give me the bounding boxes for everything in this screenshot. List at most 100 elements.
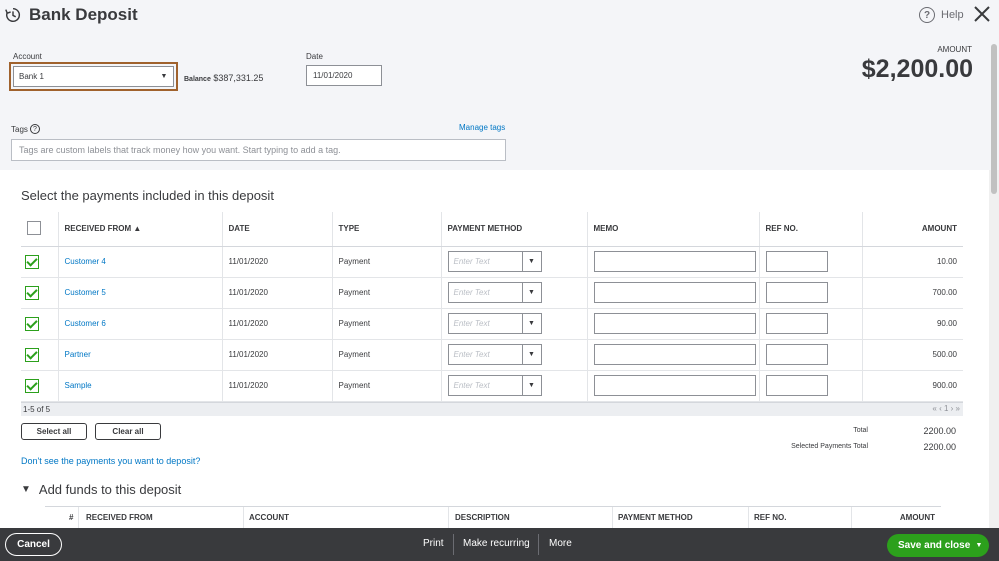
column-amount[interactable]: AMOUNT	[861, 212, 963, 247]
select-all-button[interactable]: Select all	[21, 423, 87, 440]
date-cell: 11/01/2020	[221, 277, 332, 309]
memo-input[interactable]	[593, 282, 756, 303]
column-date[interactable]: DATE	[221, 212, 332, 247]
chevron-down-icon: ▼	[521, 376, 541, 395]
table-header-row: RECEIVED FROM ▲ DATE TYPE PAYMENT METHOD…	[21, 212, 963, 247]
payment-method-select[interactable]: Enter Text ▼	[447, 375, 542, 396]
pagination-bar: 1-5 of 5 « ‹ 1 › »	[21, 402, 963, 416]
header-select-all-cell	[21, 212, 58, 247]
close-icon[interactable]	[973, 5, 991, 23]
date-cell: 11/01/2020	[221, 246, 332, 278]
column-label: RECEIVED FROM	[64, 224, 132, 234]
manage-tags-link[interactable]: Manage tags	[459, 123, 505, 132]
type-cell: Payment	[331, 308, 441, 340]
memo-input[interactable]	[593, 313, 756, 334]
payment-method-cell: Enter Text ▼	[440, 339, 587, 371]
ref-no-cell	[758, 339, 862, 371]
date-cell: 11/01/2020	[221, 339, 332, 371]
memo-input[interactable]	[593, 375, 756, 396]
ref-no-input[interactable]	[765, 313, 828, 334]
customer-link[interactable]: Customer 5	[65, 288, 106, 297]
ref-no-cell	[758, 370, 862, 402]
payment-method-select[interactable]: Enter Text ▼	[447, 251, 542, 272]
memo-cell	[586, 339, 759, 371]
row-checkbox[interactable]	[25, 316, 39, 331]
column-received-from[interactable]: RECEIVED FROM ▲	[57, 212, 222, 247]
row-select-cell	[21, 339, 58, 371]
column-payment-method[interactable]: PAYMENT METHOD	[440, 212, 587, 247]
tags-input[interactable]: Tags are custom labels that track money …	[11, 139, 506, 161]
received-from-cell: Partner	[57, 339, 222, 371]
balance-label: Balance	[184, 76, 211, 83]
ref-no-input[interactable]	[765, 375, 828, 396]
column-divider	[78, 507, 79, 529]
footer-divider	[538, 534, 539, 555]
total-value: 2200.00	[923, 426, 956, 436]
column-ref-no[interactable]: REF NO.	[758, 212, 862, 247]
memo-input[interactable]	[593, 251, 756, 272]
amount-total: $2,200.00	[861, 55, 973, 83]
print-button[interactable]: Print	[423, 538, 444, 549]
account-select[interactable]: Bank 1 ▼	[13, 66, 174, 87]
received-from-cell: Sample	[57, 370, 222, 402]
customer-link[interactable]: Customer 6	[65, 319, 106, 328]
ref-no-input[interactable]	[765, 251, 828, 272]
date-cell: 11/01/2020	[221, 370, 332, 402]
type-cell: Payment	[331, 339, 441, 371]
payment-method-select[interactable]: Enter Text ▼	[447, 344, 542, 365]
amount-cell: 500.00	[861, 339, 963, 371]
funds-col-amount: AMOUNT	[899, 513, 935, 522]
question-icon[interactable]: ?	[29, 124, 40, 134]
column-memo[interactable]: MEMO	[586, 212, 759, 247]
customer-link[interactable]: Partner	[65, 350, 91, 359]
column-divider	[448, 507, 449, 529]
help-label: Help	[941, 9, 964, 21]
help-button[interactable]: ? Help	[919, 7, 964, 23]
payment-method-cell: Enter Text ▼	[440, 370, 587, 402]
row-checkbox[interactable]	[25, 347, 39, 362]
payment-method-placeholder: Enter Text	[453, 319, 490, 328]
received-from-cell: Customer 5	[57, 277, 222, 309]
date-field[interactable]: 11/01/2020	[306, 65, 382, 86]
row-select-cell	[21, 277, 58, 309]
tags-label: Tags	[11, 124, 28, 134]
memo-input[interactable]	[593, 344, 756, 365]
vertical-scrollbar[interactable]	[989, 170, 999, 528]
deposit-body: Select the payments included in this dep…	[0, 170, 989, 529]
more-button[interactable]: More	[549, 538, 572, 549]
dont-see-payments-link[interactable]: Don't see the payments you want to depos…	[21, 456, 200, 466]
page-title: Bank Deposit	[29, 5, 138, 24]
payment-method-select[interactable]: Enter Text ▼	[447, 282, 542, 303]
payment-method-select[interactable]: Enter Text ▼	[447, 313, 542, 334]
payment-method-cell: Enter Text ▼	[440, 277, 587, 309]
row-checkbox[interactable]	[25, 285, 39, 300]
save-and-close-button[interactable]: Save and close ▼	[887, 534, 989, 557]
clear-all-button[interactable]: Clear all	[95, 423, 161, 440]
amount-cell: 90.00	[861, 308, 963, 340]
amount-cell: 700.00	[861, 277, 963, 309]
ref-no-input[interactable]	[765, 282, 828, 303]
pager-nav[interactable]: « ‹ 1 › »	[932, 404, 960, 413]
column-divider	[748, 507, 749, 529]
funds-col-number: #	[69, 513, 74, 522]
customer-link[interactable]: Sample	[65, 381, 92, 390]
scrollbar-thumb[interactable]	[991, 44, 997, 194]
collapse-triangle-icon: ▼	[21, 484, 31, 495]
customer-link[interactable]: Customer 4	[65, 257, 106, 266]
chevron-down-icon[interactable]: ▼	[969, 534, 989, 557]
payment-method-placeholder: Enter Text	[453, 288, 490, 297]
received-from-cell: Customer 6	[57, 308, 222, 340]
add-funds-toggle[interactable]: ▼ Add funds to this deposit	[21, 482, 181, 497]
pager-count: 1-5 of 5	[23, 405, 51, 414]
history-icon[interactable]	[4, 6, 22, 24]
row-checkbox[interactable]	[25, 254, 39, 269]
make-recurring-button[interactable]: Make recurring	[463, 538, 530, 549]
total-label: Total	[853, 427, 868, 434]
header-checkbox[interactable]	[27, 220, 41, 235]
ref-no-cell	[758, 277, 862, 309]
cancel-button[interactable]: Cancel	[5, 533, 62, 556]
ref-no-input[interactable]	[765, 344, 828, 365]
row-checkbox[interactable]	[25, 378, 39, 393]
type-cell: Payment	[331, 370, 441, 402]
column-type[interactable]: TYPE	[331, 212, 441, 247]
